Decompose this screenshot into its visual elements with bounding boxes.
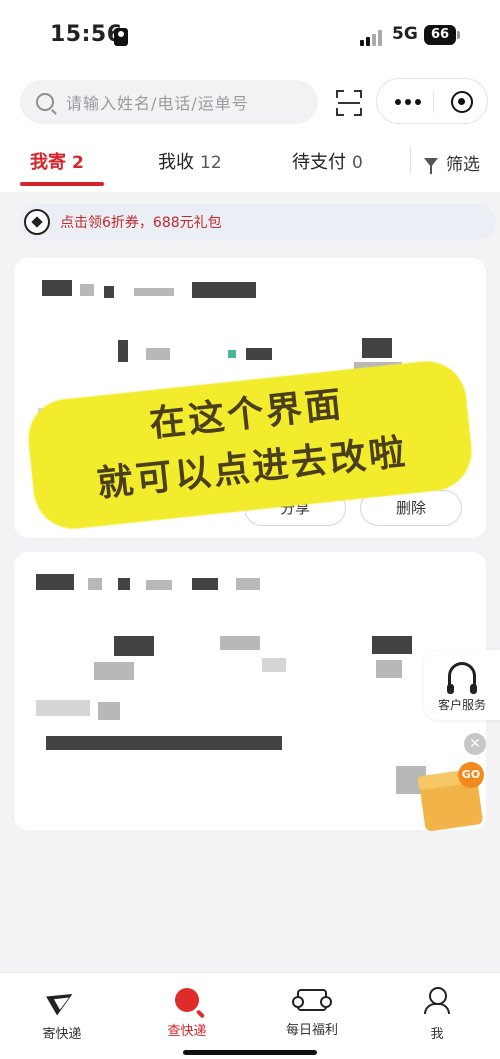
censored-block xyxy=(94,662,134,680)
censored-block xyxy=(220,636,260,650)
censored-block xyxy=(36,574,74,590)
censored-block xyxy=(46,736,282,750)
censored-block xyxy=(192,282,256,298)
send-icon xyxy=(47,985,77,1015)
tab-active-indicator xyxy=(20,182,104,186)
nav-welfare-label: 每日福利 xyxy=(285,1023,338,1038)
censored-block xyxy=(42,280,72,296)
tab-divider xyxy=(410,146,411,174)
nav-me[interactable]: 我 xyxy=(392,985,482,1042)
censored-block xyxy=(134,288,174,296)
censored-block xyxy=(104,286,114,298)
customer-service-button[interactable]: 客户服务 xyxy=(424,650,500,720)
home-indicator xyxy=(183,1050,317,1055)
nav-query[interactable]: 查快递 xyxy=(142,985,232,1039)
censored-block xyxy=(114,636,154,656)
filter-label: 筛选 xyxy=(446,155,480,175)
filter-icon xyxy=(424,158,438,174)
capsule-divider xyxy=(433,91,434,113)
censored-block xyxy=(88,578,102,590)
status-bar: 15:56 5G 66 xyxy=(0,0,500,72)
query-icon xyxy=(175,988,199,1012)
scan-icon[interactable] xyxy=(336,90,362,116)
status-time: 15:56 xyxy=(50,22,123,47)
censored-block xyxy=(118,578,130,590)
tab-sent-label: 我寄 xyxy=(30,152,66,173)
ticket-icon xyxy=(292,989,332,1011)
promo-banner[interactable]: 点击领6折券，688元礼包 xyxy=(20,204,496,240)
tab-unpaid-label: 待支付 xyxy=(292,152,346,173)
gift-box-float[interactable]: GO xyxy=(414,762,494,832)
nav-send-label: 寄快递 xyxy=(42,1027,82,1042)
battery-icon: 66 xyxy=(424,25,460,45)
censored-block xyxy=(98,702,120,720)
nav-send[interactable]: 寄快递 xyxy=(17,985,107,1042)
censored-block xyxy=(376,660,402,678)
censored-block xyxy=(118,340,128,362)
censored-block xyxy=(146,348,170,360)
censored-block xyxy=(80,284,94,296)
headset-icon xyxy=(447,662,477,694)
filter-button[interactable]: 筛选 xyxy=(424,150,480,175)
promo-text: 点击领6折券，688元礼包 xyxy=(60,215,222,231)
censored-block xyxy=(36,700,90,716)
search-placeholder: 请输入姓名/电话/运单号 xyxy=(66,94,249,113)
network-type: 5G xyxy=(392,24,418,44)
tab-sent[interactable]: 我寄 2 xyxy=(30,148,84,174)
search-icon xyxy=(36,93,54,111)
header: 请输入姓名/电话/运单号 我寄 2 我收 12 待支付 0 筛选 xyxy=(0,72,500,192)
person-icon xyxy=(422,985,452,1015)
customer-service-label: 客户服务 xyxy=(437,698,486,712)
nav-query-label: 查快递 xyxy=(167,1024,207,1039)
censored-block xyxy=(236,578,260,590)
go-badge: GO xyxy=(458,762,484,788)
censored-block xyxy=(192,578,218,590)
soccer-ball-icon xyxy=(24,209,50,235)
close-mini-program-icon[interactable] xyxy=(451,91,473,113)
signal-icon xyxy=(360,28,386,46)
censored-block xyxy=(372,636,412,654)
more-icon[interactable] xyxy=(395,99,421,105)
tab-received-label: 我收 xyxy=(158,152,194,173)
tab-received[interactable]: 我收 12 xyxy=(158,148,222,174)
search-input[interactable]: 请输入姓名/电话/运单号 xyxy=(20,80,318,124)
tab-bar: 我寄 2 我收 12 待支付 0 筛选 xyxy=(0,138,500,192)
tab-received-count: 12 xyxy=(200,153,222,173)
censored-block xyxy=(246,348,272,360)
nav-me-label: 我 xyxy=(430,1027,444,1042)
censored-block xyxy=(228,350,236,358)
mini-program-capsule xyxy=(376,78,488,124)
nav-daily-welfare[interactable]: 每日福利 xyxy=(267,985,357,1038)
close-icon[interactable]: ✕ xyxy=(464,733,486,755)
censored-block xyxy=(262,658,286,672)
bottom-nav: 寄快递 查快递 每日福利 我 xyxy=(0,972,500,1059)
tab-unpaid-count: 0 xyxy=(352,153,363,173)
id-card-icon xyxy=(114,28,128,46)
tab-unpaid[interactable]: 待支付 0 xyxy=(292,148,363,174)
tab-sent-count: 2 xyxy=(72,153,84,173)
censored-block xyxy=(362,338,392,358)
censored-block xyxy=(146,580,172,590)
